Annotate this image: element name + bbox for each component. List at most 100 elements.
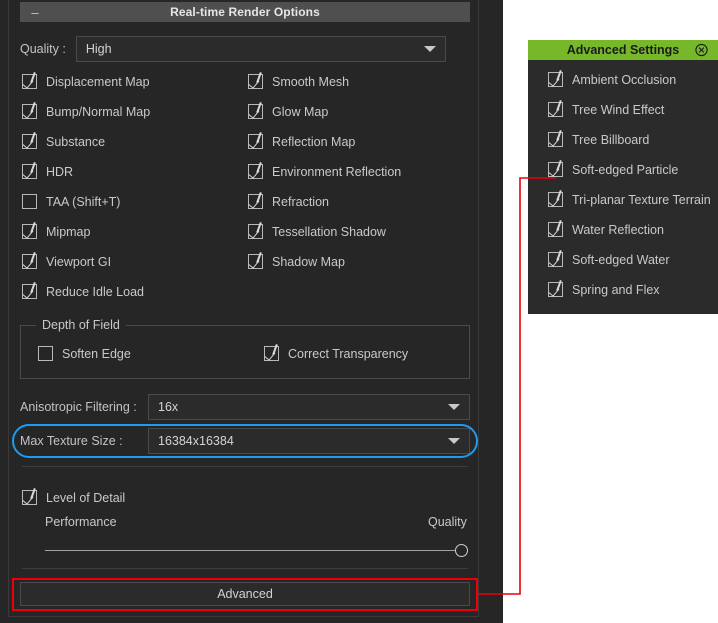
dof-option[interactable]: Correct Transparency (264, 346, 490, 361)
slider-min-label: Performance (45, 515, 117, 529)
render-option[interactable]: Mipmap (22, 224, 248, 239)
render-option-label: Glow Map (272, 104, 329, 119)
level-of-detail-slider[interactable] (45, 544, 470, 558)
render-option[interactable]: HDR (22, 164, 248, 179)
checkbox-icon (22, 104, 37, 119)
max-texture-dropdown[interactable]: 16384x16384 (148, 428, 470, 454)
render-option-label: Smooth Mesh (272, 74, 350, 89)
checkbox-icon (22, 224, 37, 239)
advanced-button[interactable]: Advanced (20, 582, 470, 606)
vertical-scrollbar[interactable] (485, 0, 501, 617)
checkbox-icon (38, 346, 53, 361)
checkbox-icon (548, 252, 563, 267)
render-option[interactable]: Bump/Normal Map (22, 104, 248, 119)
advanced-option[interactable]: Soft-edged Particle (548, 162, 718, 177)
advanced-button-label: Advanced (217, 587, 273, 601)
checkbox-icon (548, 282, 563, 297)
divider-bottom (22, 568, 468, 569)
close-circle-icon[interactable] (695, 43, 708, 57)
advanced-settings-header: Advanced Settings (528, 40, 718, 60)
checkbox-icon (548, 132, 563, 147)
advanced-settings-panel: Advanced Settings Ambient Occlusion Tree … (528, 40, 718, 314)
dof-option-label: Soften Edge (62, 346, 131, 361)
render-option-label: HDR (46, 164, 74, 179)
render-option-label: Displacement Map (46, 74, 150, 89)
advanced-option-label: Tri-planar Texture Terrain (572, 192, 711, 207)
checkbox-icon (22, 284, 37, 299)
advanced-option-label: Ambient Occlusion (572, 72, 677, 87)
render-option[interactable]: Substance (22, 134, 248, 149)
render-option-label: Mipmap (46, 224, 91, 239)
checkbox-icon (248, 224, 263, 239)
checkbox-icon (548, 102, 563, 117)
quality-value: High (85, 42, 112, 56)
max-texture-row: Max Texture Size : 16384x16384 (20, 428, 470, 454)
depth-of-field-legend: Depth of Field (36, 318, 126, 332)
render-option[interactable]: TAA (Shift+T) (22, 194, 248, 209)
quality-dropdown[interactable]: High (75, 36, 446, 62)
max-texture-value: 16384x16384 (158, 434, 234, 448)
chevron-down-icon (448, 438, 460, 444)
advanced-option[interactable]: Tree Wind Effect (548, 102, 718, 117)
render-option[interactable]: Refraction (248, 194, 474, 209)
panel-titlebar[interactable]: – Real-time Render Options (20, 2, 470, 22)
render-option-label: Reflection Map (272, 134, 356, 149)
render-option[interactable]: Environment Reflection (248, 164, 474, 179)
render-option[interactable]: Smooth Mesh (248, 74, 474, 89)
divider-top (22, 466, 468, 467)
advanced-option-label: Soft-edged Water (572, 252, 670, 267)
render-option[interactable]: Viewport GI (22, 254, 248, 269)
checkbox-icon (264, 346, 279, 361)
advanced-settings-title: Advanced Settings (566, 43, 680, 57)
advanced-option-label: Soft-edged Particle (572, 162, 679, 177)
checkbox-icon (22, 74, 37, 89)
page-title: Real-time Render Options (170, 5, 320, 19)
advanced-option[interactable]: Water Reflection (548, 222, 718, 237)
render-option[interactable]: Glow Map (248, 104, 474, 119)
checkbox-icon (548, 192, 563, 207)
max-texture-label: Max Texture Size : (20, 434, 123, 448)
slider-track (45, 550, 456, 551)
advanced-option[interactable]: Tri-planar Texture Terrain (548, 192, 718, 207)
advanced-option-label: Spring and Flex (572, 282, 660, 297)
level-of-detail-checkbox[interactable]: Level of Detail (22, 490, 125, 505)
advanced-option[interactable]: Spring and Flex (548, 282, 718, 297)
depth-of-field-items: Soften Edge Correct Transparency (38, 346, 458, 361)
anisotropic-dropdown[interactable]: 16x (148, 394, 470, 420)
render-option[interactable]: Tessellation Shadow (248, 224, 474, 239)
advanced-option-label: Water Reflection (572, 222, 664, 237)
anisotropic-label: Anisotropic Filtering : (20, 400, 137, 414)
checkbox-icon (248, 104, 263, 119)
checkbox-icon (248, 134, 263, 149)
advanced-option[interactable]: Ambient Occlusion (548, 72, 718, 87)
advanced-option[interactable]: Tree Billboard (548, 132, 718, 147)
render-option[interactable]: Reflection Map (248, 134, 474, 149)
quality-label: Quality : (20, 42, 66, 56)
quality-row: Quality : High (20, 36, 470, 62)
minus-icon[interactable]: – (24, 6, 46, 19)
render-option-label: Bump/Normal Map (46, 104, 151, 119)
render-option-label: Viewport GI (46, 254, 112, 269)
advanced-option[interactable]: Soft-edged Water (548, 252, 718, 267)
slider-max-label: Quality (428, 515, 467, 529)
checkbox-icon (22, 194, 37, 209)
advanced-option-label: Tree Billboard (572, 132, 650, 147)
advanced-option-label: Tree Wind Effect (572, 102, 665, 117)
render-option-label: Refraction (272, 194, 329, 209)
dof-option[interactable]: Soften Edge (38, 346, 264, 361)
checkbox-icon (248, 254, 263, 269)
slider-thumb[interactable] (455, 544, 468, 557)
checkbox-icon (22, 164, 37, 179)
render-option[interactable]: Shadow Map (248, 254, 474, 269)
checkbox-icon (248, 194, 263, 209)
chevron-down-icon (423, 46, 436, 52)
checkbox-icon (548, 72, 563, 87)
advanced-settings-list: Ambient Occlusion Tree Wind Effect Tree Bi… (548, 72, 718, 312)
render-option-label: Substance (46, 134, 106, 149)
chevron-down-icon (448, 404, 460, 410)
render-option[interactable]: Displacement Map (22, 74, 248, 89)
render-option[interactable]: Reduce Idle Load (22, 284, 248, 299)
checkbox-icon (22, 134, 37, 149)
render-options-panel: – Real-time Render Options Quality : Hig… (0, 0, 503, 623)
render-option-label: Tessellation Shadow (272, 224, 386, 239)
